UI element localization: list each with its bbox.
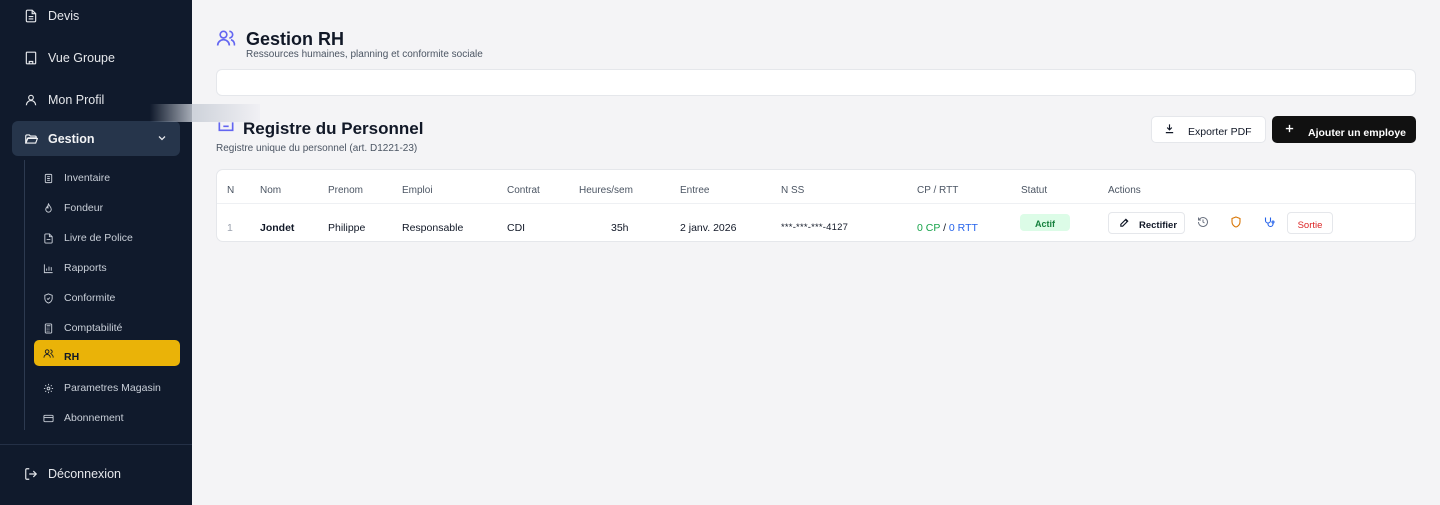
column-header: CP / RTT	[917, 185, 959, 196]
cell-emploi: Responsable	[402, 222, 464, 234]
sidebar-item-rapports[interactable]: Rapports	[34, 255, 180, 281]
calculator-icon	[44, 322, 53, 334]
sidebar-item-label: Parametres Magasin	[64, 382, 161, 394]
page-title: Gestion RH	[246, 29, 345, 49]
export-pdf-button[interactable]: Exporter PDF	[1151, 116, 1266, 143]
sidebar-item-label: Vue Groupe	[48, 51, 115, 65]
history-icon[interactable]	[1197, 216, 1209, 228]
file-icon	[44, 232, 53, 244]
rtt-value: 0 RTT	[948, 222, 978, 234]
sidebar-item-livre-de-police[interactable]: Livre de Police	[34, 225, 180, 251]
exit-label: Sortie	[1297, 220, 1323, 231]
column-header: Statut	[1021, 185, 1048, 196]
sidebar-item-gestion[interactable]: Gestion	[12, 121, 180, 156]
sidebar-item-label: Devis	[48, 9, 80, 23]
sidebar-item-conformite[interactable]: Conformite	[34, 285, 180, 311]
sidebar-item-comptabilite[interactable]: Comptabilité	[34, 315, 180, 341]
status-badge: Actif	[1020, 214, 1070, 231]
shield-icon	[44, 292, 53, 304]
main-content: Gestion RH Ressources humaines, planning…	[192, 0, 1440, 505]
sidebar-item-label: Mon Profil	[48, 93, 105, 107]
stethoscope-icon[interactable]	[1263, 216, 1275, 228]
registry-title: Registre du Personnel	[243, 119, 424, 138]
column-header: N SS	[781, 185, 805, 196]
sidebar-item-label: RH	[64, 351, 80, 363]
cell-nss: ***-***-***-4127	[781, 222, 849, 233]
sidebar-item-label: Livre de Police	[64, 232, 133, 244]
column-header: Nom	[260, 185, 282, 196]
add-employee-label: Ajouter un employe	[1308, 127, 1407, 139]
sidebar-item-vue-groupe[interactable]: Vue Groupe	[24, 51, 115, 65]
sidebar-item-label: Inventaire	[64, 172, 111, 184]
sidebar-item-parametres-magasin[interactable]: Parametres Magasin	[34, 375, 180, 401]
shield-icon[interactable]	[1230, 216, 1242, 228]
submenu-guide-line	[24, 160, 25, 430]
cp-rtt-separator: /	[943, 222, 946, 234]
pencil-icon	[1120, 218, 1129, 227]
cell-contrat: CDI	[507, 222, 526, 234]
download-icon	[1165, 124, 1174, 134]
sidebar-item-devis[interactable]: Devis	[24, 9, 79, 23]
logout-label: Déconnexion	[48, 467, 121, 481]
column-header: Entree	[680, 185, 710, 196]
cell-prenom: Philippe	[328, 222, 366, 234]
clipboard-icon	[44, 173, 53, 183]
rectify-label: Rectifier	[1139, 220, 1178, 231]
sidebar: Devis Vue Groupe Mon Profil Gestion Inve…	[0, 0, 192, 505]
sidebar-item-label: Conformite	[64, 292, 116, 304]
bar-chart-icon	[43, 263, 53, 273]
column-header: Emploi	[402, 185, 433, 196]
users-icon	[216, 30, 236, 46]
flame-icon	[45, 202, 52, 213]
logout-button[interactable]: Déconnexion	[24, 467, 121, 481]
folder-open-icon	[24, 133, 38, 144]
gear-icon	[43, 383, 54, 393]
sidebar-item-label: Fondeur	[64, 202, 104, 214]
plus-icon	[1285, 124, 1294, 133]
column-header: Actions	[1108, 185, 1141, 196]
cell-n: 1	[227, 222, 233, 234]
sidebar-divider	[0, 444, 192, 445]
logout-icon	[25, 468, 38, 480]
table-header: N Nom Prenom Emploi Contrat Heures/sem E…	[217, 170, 1415, 204]
file-text-icon	[25, 9, 37, 23]
export-pdf-label: Exporter PDF	[1188, 126, 1252, 138]
cell-cp-rtt: 0 CP / 0 RTT	[917, 222, 978, 234]
sidebar-item-mon-profil[interactable]: Mon Profil	[24, 93, 104, 107]
sidebar-item-abonnement[interactable]: Abonnement	[34, 405, 180, 431]
sidebar-item-label: Rapports	[64, 262, 107, 274]
credit-card-icon	[43, 414, 54, 422]
personnel-table: N Nom Prenom Emploi Contrat Heures/sem E…	[216, 169, 1416, 242]
registry-icon	[218, 122, 234, 132]
column-header: N	[227, 185, 235, 196]
column-header: Heures/sem	[579, 185, 633, 196]
cell-entree: 2 janv. 2026	[680, 222, 737, 234]
sidebar-item-rh[interactable]: RH	[34, 340, 180, 366]
add-employee-button[interactable]: Ajouter un employe	[1272, 116, 1416, 143]
chevron-down-icon[interactable]	[156, 132, 168, 144]
sidebar-item-label: Abonnement	[64, 412, 124, 424]
sidebar-item-label: Gestion	[48, 131, 95, 146]
rectify-button[interactable]: Rectifier	[1108, 212, 1185, 234]
sidebar-item-fondeur[interactable]: Fondeur	[34, 195, 180, 221]
sidebar-item-label: Comptabilité	[64, 322, 123, 334]
building-icon	[25, 51, 37, 65]
cell-nom: Jondet	[260, 222, 295, 234]
cp-value: 0 CP	[917, 222, 941, 234]
exit-button[interactable]: Sortie	[1287, 212, 1333, 234]
registry-subtitle: Registre unique du personnel (art. D1221…	[216, 143, 418, 154]
column-header: Prenom	[328, 185, 364, 196]
page-subtitle: Ressources humaines, planning et conform…	[246, 49, 483, 60]
sidebar-item-inventaire[interactable]: Inventaire	[34, 165, 180, 191]
cell-heures: 35h	[611, 222, 629, 234]
column-header: Contrat	[507, 185, 540, 196]
users-icon	[43, 348, 54, 358]
tab-bar[interactable]	[216, 69, 1416, 96]
user-icon	[25, 94, 37, 106]
